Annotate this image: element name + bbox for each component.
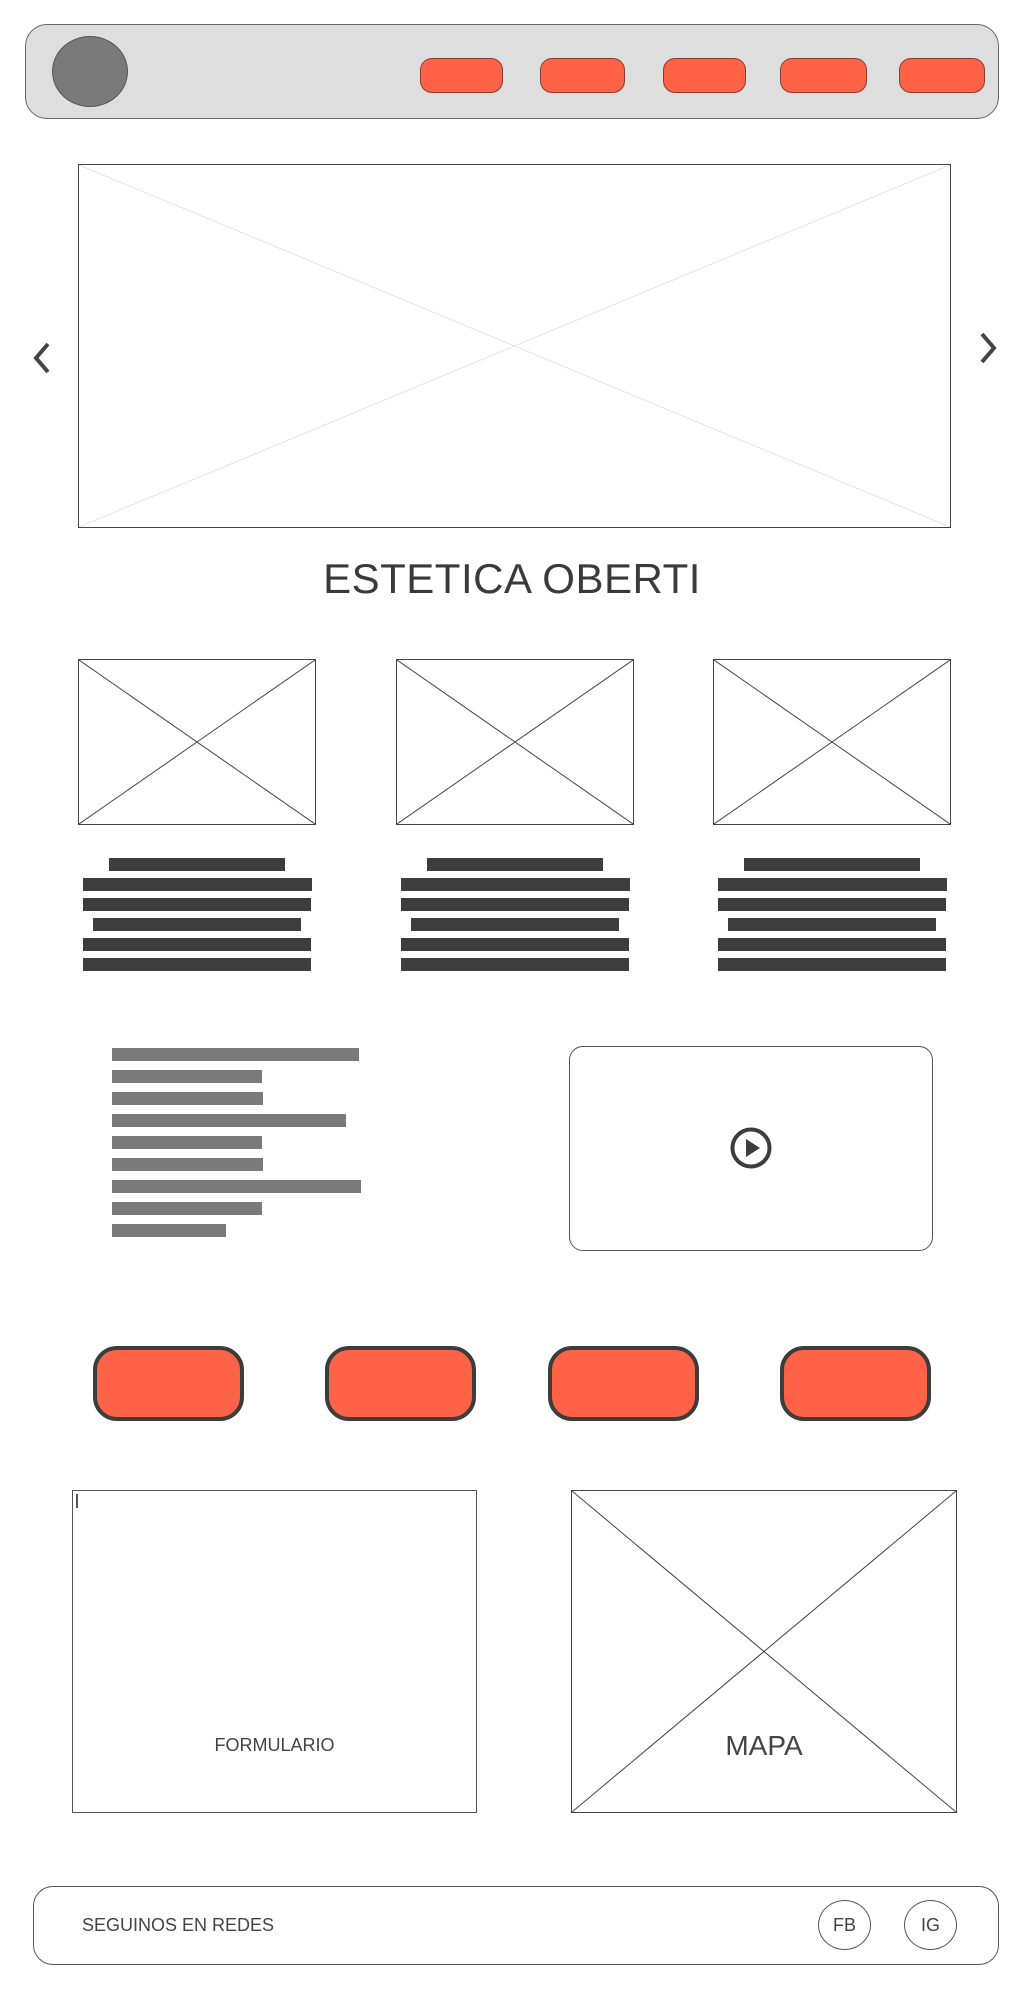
nav-button-3[interactable]	[663, 58, 746, 93]
map-placeholder[interactable]	[571, 1490, 957, 1813]
instagram-button[interactable]: IG	[904, 1900, 957, 1950]
nav-button-1[interactable]	[420, 58, 503, 93]
feature-image-1	[78, 659, 316, 825]
cta-button-4[interactable]	[780, 1346, 931, 1421]
footer-social-label: SEGUINOS EN REDES	[82, 1915, 275, 1935]
cta-button-1[interactable]	[93, 1346, 244, 1421]
feature-image-3	[713, 659, 951, 825]
logo-avatar[interactable]	[52, 36, 128, 107]
feature-image-2	[396, 659, 634, 825]
page-title: ESTETICA OBERTI	[323, 555, 701, 602]
play-circle-icon[interactable]	[729, 1126, 773, 1170]
nav-button-4[interactable]	[780, 58, 867, 93]
facebook-button[interactable]: FB	[818, 1900, 871, 1950]
contact-form[interactable]	[72, 1490, 477, 1813]
cta-button-3[interactable]	[548, 1346, 699, 1421]
nav-button-5[interactable]	[899, 58, 985, 93]
map-label: MAPA	[725, 1730, 803, 1761]
chevron-right-icon[interactable]	[972, 328, 1002, 368]
text-cursor	[76, 1494, 78, 1508]
nav-button-2[interactable]	[540, 58, 625, 93]
chevron-left-icon[interactable]	[28, 338, 58, 378]
carousel-image-placeholder	[78, 164, 951, 528]
form-label: FORMULARIO	[214, 1735, 335, 1755]
cta-button-2[interactable]	[325, 1346, 476, 1421]
